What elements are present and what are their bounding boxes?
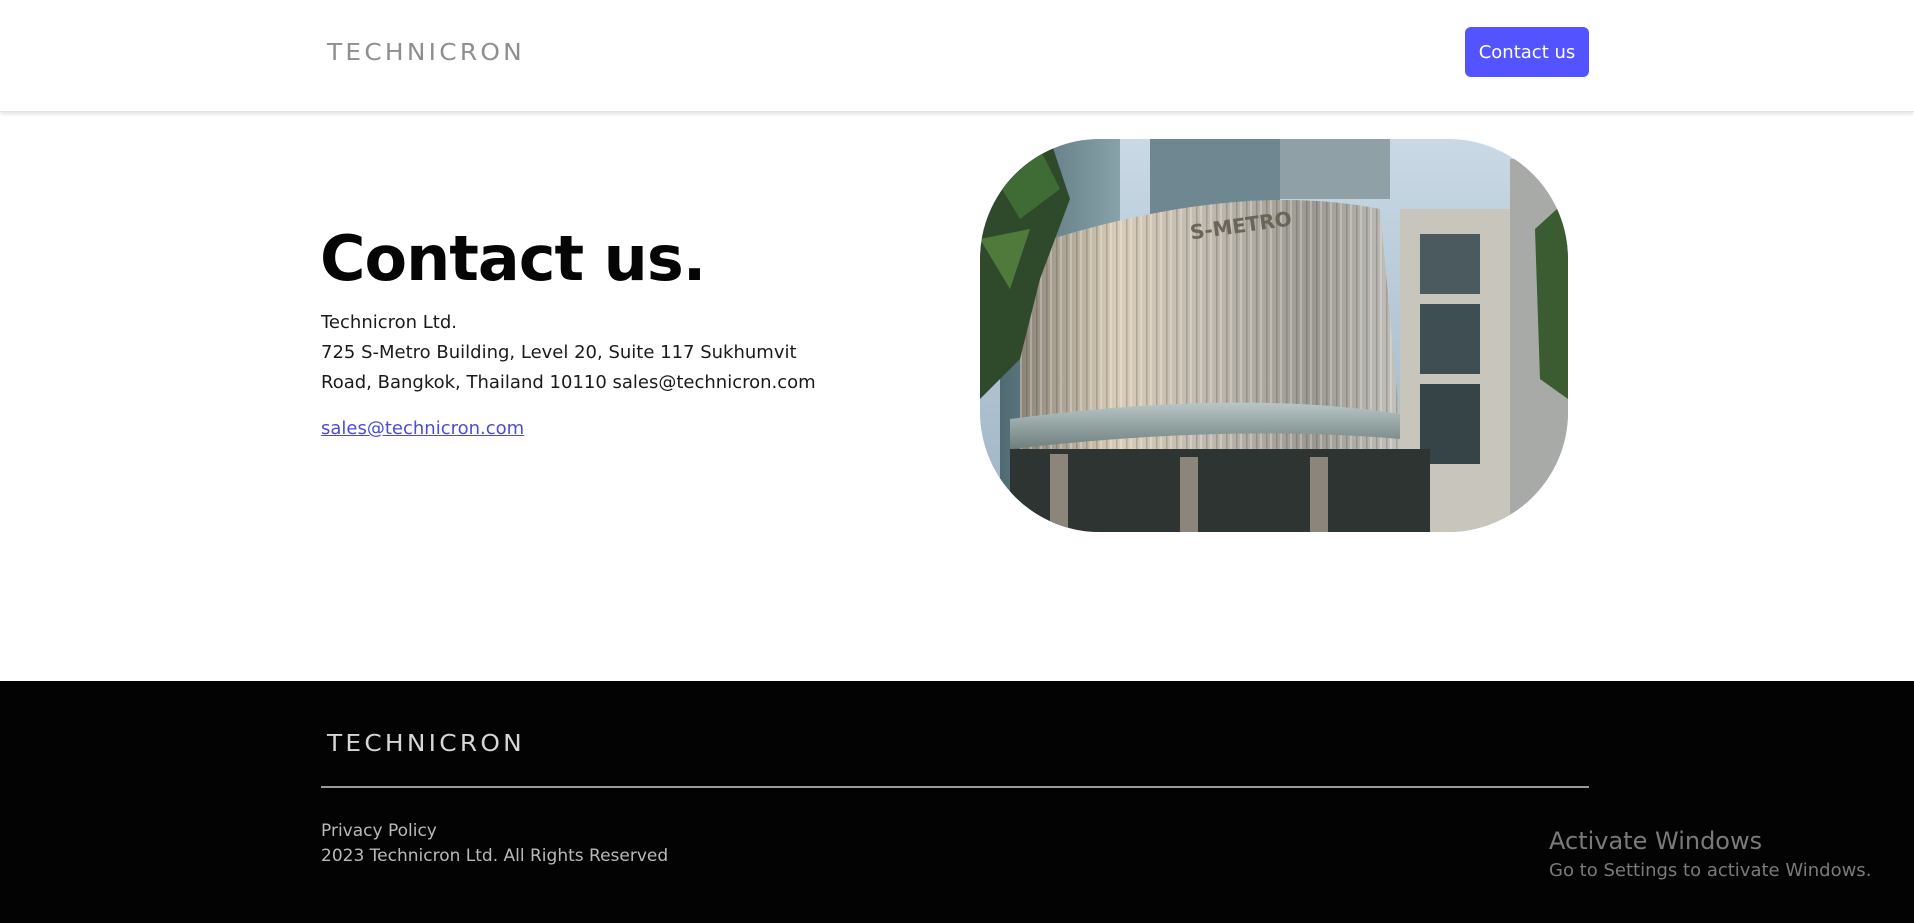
- site-footer: TECHNICRON Privacy Policy 2023 Technicro…: [0, 681, 1914, 923]
- building-illustration: S-METRO: [980, 139, 1568, 532]
- windows-activation-title: Activate Windows: [1549, 827, 1763, 855]
- page-title: Contact us.: [320, 222, 706, 295]
- footer-divider: [321, 786, 1589, 788]
- address-line: Technicron Ltd.: [321, 312, 458, 333]
- footer-logo[interactable]: TECHNICRON: [327, 731, 525, 757]
- header-logo[interactable]: TECHNICRON: [327, 40, 525, 66]
- address-line: 725 S-Metro Building, Level 20, Suite 11…: [321, 342, 797, 363]
- windows-activation-subtitle: Go to Settings to activate Windows.: [1549, 860, 1872, 881]
- building-photo: S-METRO: [980, 139, 1568, 532]
- privacy-policy-link[interactable]: Privacy Policy: [321, 821, 437, 841]
- address-line: Road, Bangkok, Thailand 10110 sales@tech…: [321, 372, 816, 393]
- company-address: Technicron Ltd. 725 S-Metro Building, Le…: [321, 308, 821, 398]
- site-header: TECHNICRON Contact us: [0, 0, 1914, 112]
- contact-us-button[interactable]: Contact us: [1465, 27, 1589, 77]
- email-link[interactable]: sales@technicron.com: [321, 418, 524, 439]
- copyright-text: 2023 Technicron Ltd. All Rights Reserved: [321, 846, 669, 866]
